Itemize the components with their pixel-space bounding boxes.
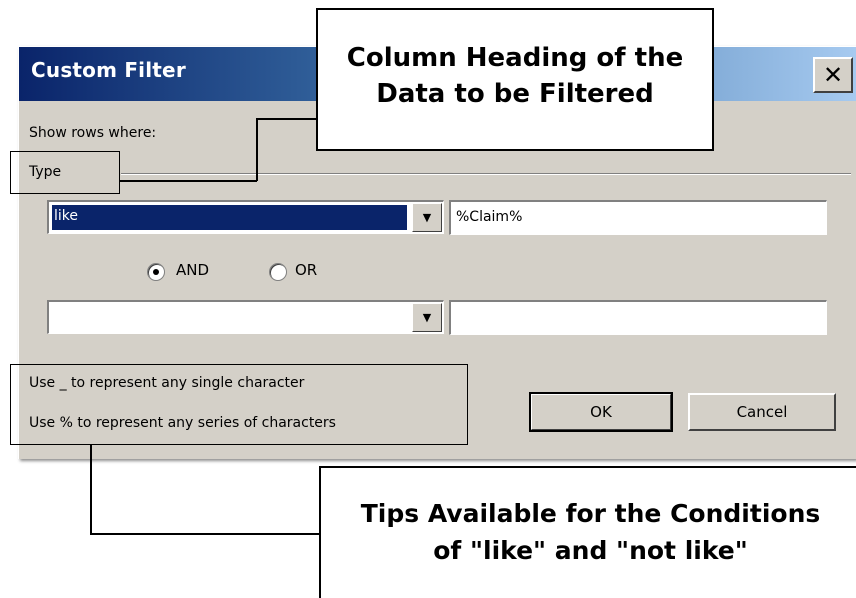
callout-line: Data to be Filtered (376, 79, 654, 109)
chevron-down-icon[interactable]: ▼ (412, 203, 442, 232)
dialog-title: Custom Filter (31, 58, 186, 82)
column-heading-callout: Column Heading of the Data to be Filtere… (316, 8, 714, 151)
callout-line: Tips Available for the Conditions (360, 499, 821, 528)
connector-line (120, 180, 257, 182)
chevron-down-icon[interactable]: ▼ (412, 303, 442, 332)
tips-callout: Tips Available for the Conditions of "li… (319, 466, 856, 598)
connector-line (90, 533, 320, 535)
group-divider (121, 173, 851, 175)
radio-selected-dot (153, 269, 159, 275)
callout-line: Column Heading of the (346, 43, 684, 73)
or-label: OR (295, 261, 318, 279)
type-highlight-box (10, 151, 120, 194)
ok-button[interactable]: OK (529, 392, 673, 432)
callout-line: of "like" and "not like" (433, 536, 748, 565)
close-icon: ✕ (822, 61, 844, 89)
operator-1-select[interactable]: like ▼ (47, 200, 444, 234)
connector-line (256, 118, 258, 181)
and-label: AND (176, 261, 210, 279)
operator-2-select[interactable]: ▼ (47, 300, 444, 334)
tips-highlight-box (10, 364, 468, 445)
value-1-input[interactable]: %Claim% (449, 200, 827, 235)
value-2-input[interactable] (449, 300, 827, 335)
cancel-button[interactable]: Cancel (688, 393, 836, 431)
close-button[interactable]: ✕ (813, 57, 853, 93)
connector-line (90, 445, 92, 534)
show-rows-label: Show rows where: (29, 125, 157, 141)
or-radio[interactable] (269, 263, 287, 281)
connector-line (256, 118, 316, 120)
operator-1-value: like (51, 204, 408, 231)
and-radio[interactable] (147, 263, 165, 281)
